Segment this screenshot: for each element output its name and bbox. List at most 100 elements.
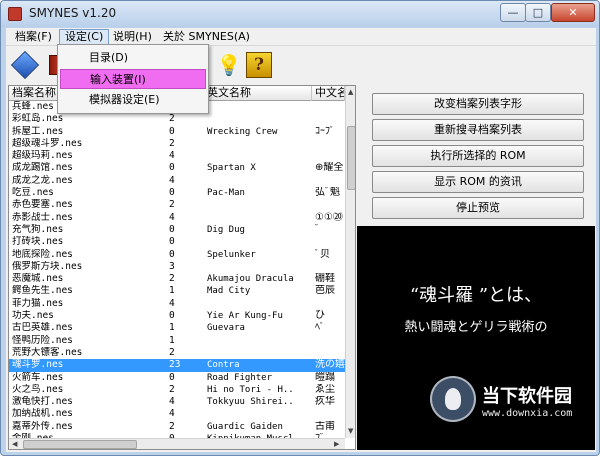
table-row[interactable]: 火箭车.nes 0 Road Fighter 皚蹋	[9, 372, 345, 384]
menu-help[interactable]: 说明(H)	[108, 29, 157, 45]
row-english-name: Spartan X	[207, 163, 256, 174]
row-chinese-name: 芭辰	[315, 285, 335, 297]
question-mark-icon: ?	[254, 55, 264, 75]
horizontal-scrollbar[interactable]: ◀ ▶	[9, 438, 345, 449]
gem-icon	[10, 50, 40, 80]
table-row[interactable]: 鳄鱼先生.nes 1 Mad City 芭辰	[9, 285, 345, 297]
row-filename: 火之鸟.nes	[12, 383, 64, 395]
row-count: 1	[169, 334, 175, 346]
row-filename: 拆屋工.nes	[12, 125, 64, 137]
menu-about[interactable]: 关於 SMYNES(A)	[158, 29, 255, 45]
open-rom-button[interactable]	[10, 50, 40, 80]
row-count: 4	[169, 211, 175, 223]
row-filename: 赤色要塞.nes	[12, 199, 73, 211]
change-list-font-button[interactable]: 改变档案列表字形	[372, 93, 584, 115]
row-count: 4	[169, 408, 175, 420]
row-count: 0	[169, 371, 175, 383]
table-row[interactable]: 火之鸟.nes 2 Hi no Tori - H.. ゑ尘	[9, 384, 345, 396]
table-row[interactable]: 魂斗罗.nes 23 Contra 洗の嬉	[9, 359, 345, 372]
watermark-url: www.downxia.com	[482, 408, 573, 419]
maximize-button[interactable]: □	[525, 3, 551, 22]
scroll-down-arrow-icon[interactable]: ▼	[348, 427, 353, 435]
row-count: 2	[169, 113, 175, 125]
column-header-english-name[interactable]: 英文名称	[204, 86, 312, 101]
row-chinese-name: ①①⑳	[315, 211, 343, 223]
table-row[interactable]: 荒野大镖客.nes 2	[9, 347, 345, 359]
table-row[interactable]: 功夫.nes 0 Yie Ar Kung-Fu ひ	[9, 310, 345, 322]
vertical-scrollbar[interactable]: ▲ ▼	[345, 86, 355, 438]
table-row[interactable]: 加纳战机.nes 4	[9, 408, 345, 420]
row-chinese-name: 古甫	[315, 420, 335, 432]
row-count: 0	[169, 236, 175, 248]
row-english-name: Pac-Man	[207, 188, 245, 199]
table-row[interactable]: 赤色要塞.nes 2	[9, 199, 345, 211]
show-rom-info-button[interactable]: 显示 ROM 的资讯	[372, 171, 584, 193]
horizontal-scroll-thumb[interactable]	[23, 440, 137, 449]
row-chinese-name: 弘ﾞ魁	[315, 187, 340, 199]
row-english-name: Spelunker	[207, 249, 256, 260]
scroll-right-arrow-icon[interactable]: ▶	[334, 440, 339, 448]
run-rom-button[interactable]: 执行所选择的 ROM	[372, 145, 584, 167]
table-row[interactable]: 怪鸭历险.nes 1	[9, 335, 345, 347]
column-header-chinese-name[interactable]: 中文名	[312, 86, 345, 101]
table-row[interactable]: 菲力猫.nes 4	[9, 298, 345, 310]
rom-list[interactable]: 档案名称 英文名称 中文名 兵蜂.nes0彩虹岛.nes2拆屋工.nes0Wre…	[8, 85, 356, 450]
table-row[interactable]: 赤影战士.nes 4 ①①⑳	[9, 212, 345, 224]
rescan-list-button[interactable]: 重新搜寻档案列表	[372, 119, 584, 141]
row-english-name: Guardic Gaiden	[207, 421, 283, 432]
menu-file[interactable]: 档案(F)	[10, 29, 57, 45]
row-english-name: Yie Ar Kung-Fu	[207, 311, 283, 322]
row-count: 2	[169, 137, 175, 149]
table-row[interactable]: 超级玛莉.nes 4	[9, 150, 345, 162]
scroll-left-arrow-icon[interactable]: ◀	[12, 440, 17, 448]
row-english-name: Tokkyuu Shirei..	[207, 397, 294, 408]
menu-settings[interactable]: 设定(C)	[59, 29, 110, 45]
table-row[interactable]: 打砖块.nes 0	[9, 236, 345, 248]
menu-item-directory[interactable]: 目录(D)	[60, 48, 206, 68]
row-chinese-name: ﾟ贝	[315, 248, 330, 260]
menu-item-emulator-settings[interactable]: 模拟器设定(E)	[60, 90, 206, 110]
table-row[interactable]: 俄罗斯方块.nes 3	[9, 261, 345, 273]
menu-item-input-device[interactable]: 输入装置(I)	[60, 69, 206, 89]
table-row[interactable]: 超级魂斗罗.nes 2	[9, 138, 345, 150]
row-english-name: Dig Dug	[207, 224, 245, 235]
table-row[interactable]: 地底探险.nes 0 Spelunker ﾟ贝	[9, 249, 345, 261]
minimize-button[interactable]: —	[500, 3, 526, 22]
row-filename: 激龟快打.nes	[12, 396, 73, 408]
row-filename: 菲力猫.nes	[12, 297, 64, 309]
table-row[interactable]: 古巴英雄.nes 1 Guevara ﾍﾟ	[9, 322, 345, 334]
table-row[interactable]: 充气狗.nes 0 Dig Dug ﾞ	[9, 224, 345, 236]
row-chinese-name: ﾞ	[315, 223, 320, 235]
row-filename: 成龙之龙.nes	[12, 174, 73, 186]
list-rows: 兵蜂.nes0彩虹岛.nes2拆屋工.nes0Wrecking Crewｺｰﾌﾟ…	[9, 101, 345, 445]
row-filename: 加纳战机.nes	[12, 408, 73, 420]
row-filename: 成龙踢馆.nes	[12, 162, 73, 174]
scroll-up-arrow-icon[interactable]: ▲	[348, 88, 353, 96]
row-count: 0	[169, 162, 175, 174]
row-count: 2	[169, 383, 175, 395]
row-filename: 充气狗.nes	[12, 223, 64, 235]
table-row[interactable]: 激龟快打.nes 4 Tokkyuu Shirei.. 疚华	[9, 396, 345, 408]
row-chinese-name: 洗の嬉	[315, 359, 345, 371]
app-icon	[8, 7, 22, 21]
table-row[interactable]: 彩虹岛.nes 2	[9, 113, 345, 125]
table-row[interactable]: 嘉蒂外传.nes 2 Guardic Gaiden 古甫	[9, 421, 345, 433]
row-filename: 火箭车.nes	[12, 371, 64, 383]
table-row[interactable]: 成龙之龙.nes 4	[9, 175, 345, 187]
table-row[interactable]: 吃豆.nes 0 Pac-Man 弘ﾞ魁	[9, 187, 345, 199]
stop-preview-button[interactable]: 停止预览	[372, 197, 584, 219]
help-button[interactable]: ?	[246, 52, 272, 78]
table-row[interactable]: 拆屋工.nes 0 Wrecking Crew ｺｰﾌﾟ	[9, 126, 345, 138]
row-count: 4	[169, 297, 175, 309]
tips-button[interactable]: 💡	[216, 52, 242, 78]
row-count: 2	[169, 346, 175, 358]
row-english-name: Hi no Tori - H..	[207, 384, 294, 395]
row-filename: 恶魔城.nes	[12, 273, 64, 285]
vertical-scroll-thumb[interactable]	[347, 126, 355, 190]
table-row[interactable]: 成龙踢馆.nes 0 Spartan X ⊕耀全	[9, 162, 345, 174]
row-count: 0	[169, 223, 175, 235]
row-count: 2	[169, 199, 175, 211]
action-panel: 改变档案列表字形 重新搜寻档案列表 执行所选择的 ROM 显示 ROM 的资讯 …	[360, 85, 595, 225]
table-row[interactable]: 恶魔城.nes 2 Akumajou Dracula 硼鞋	[9, 273, 345, 285]
close-button[interactable]: ✕	[551, 3, 595, 22]
